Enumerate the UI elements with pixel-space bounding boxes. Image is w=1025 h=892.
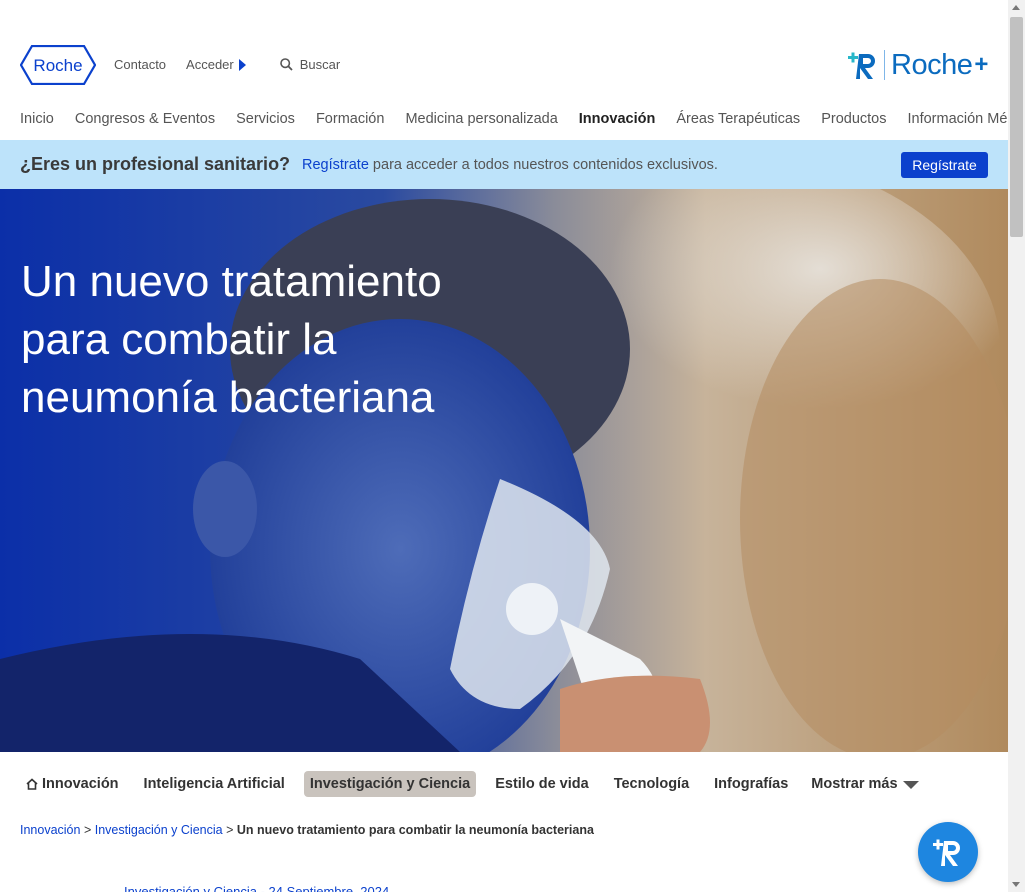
category-tecnologia[interactable]: Tecnología [608, 771, 695, 797]
banner-text-rest: para acceder a todos nuestros contenidos… [368, 157, 718, 173]
breadcrumb: Innovación > Investigación y Ciencia > U… [20, 823, 594, 837]
chevron-down-icon [902, 781, 919, 789]
category-estilo[interactable]: Estilo de vida [489, 771, 594, 797]
show-more-button[interactable]: Mostrar más [811, 776, 919, 792]
contact-link[interactable]: Contacto [114, 57, 166, 72]
category-ia[interactable]: Inteligencia Artificial [138, 771, 291, 797]
login-label: Acceder [186, 57, 234, 72]
search-label: Buscar [299, 57, 341, 72]
banner-register-link[interactable]: Regístrate [302, 157, 369, 173]
login-link[interactable]: Acceder [186, 57, 246, 72]
nav-item-innovacion[interactable]: Innovación [579, 111, 656, 127]
nav-item-productos[interactable]: Productos [821, 111, 886, 127]
article-meta: Investigación y Ciencia - 24 Septiembre,… [124, 884, 389, 892]
category-bar: Innovación Inteligencia Artificial Inves… [20, 771, 919, 797]
hero-title: Un nuevo tratamiento para combatir la ne… [21, 257, 442, 422]
banner-question: ¿Eres un profesional sanitario? [20, 154, 291, 174]
category-label: Innovación [42, 776, 119, 792]
brand-word: Roche [891, 48, 973, 81]
site-header: Roche Contacto Acceder Buscar Roche + In… [0, 0, 1025, 140]
breadcrumb-separator: > [83, 823, 92, 837]
show-more-label: Mostrar más [811, 776, 898, 792]
page-scrollbar[interactable] [1008, 0, 1025, 892]
breadcrumb-separator: > [226, 823, 234, 837]
roche-logo[interactable]: Roche [20, 45, 96, 85]
category-innovacion[interactable]: Innovación [20, 771, 125, 797]
brand-divider [884, 50, 885, 80]
registration-banner: ¿Eres un profesional sanitario? Regístra… [0, 140, 1008, 189]
scroll-down-icon[interactable] [1012, 882, 1020, 887]
roche-plus-icon [848, 52, 875, 79]
svg-text:Roche: Roche [33, 56, 82, 75]
top-links: Contacto Acceder Buscar [114, 57, 340, 72]
register-button[interactable]: Regístrate [901, 152, 988, 178]
nav-item-areas[interactable]: Áreas Terapéuticas [676, 111, 800, 127]
nav-item-congresos[interactable]: Congresos & Eventos [75, 111, 215, 127]
nav-item-servicios[interactable]: Servicios [236, 111, 295, 127]
article-meta-text[interactable]: Investigación y Ciencia - 24 Septiembre,… [124, 884, 389, 892]
roche-plus-icon [933, 839, 960, 866]
breadcrumb-investigacion[interactable]: Investigación y Ciencia [95, 823, 223, 837]
nav-item-medicina[interactable]: Medicina personalizada [405, 111, 557, 127]
roche-plus-logo[interactable]: Roche + [846, 48, 988, 82]
scroll-up-icon[interactable] [1012, 5, 1020, 10]
search-icon [279, 58, 293, 71]
hero-image: Un nuevo tratamiento para combatir la ne… [0, 189, 1008, 752]
category-investigacion[interactable]: Investigación y Ciencia [303, 771, 477, 797]
brand-plus: + [974, 51, 989, 78]
scrollbar-thumb[interactable] [1010, 17, 1023, 237]
roche-plus-chat-button[interactable] [918, 822, 978, 882]
search-button[interactable]: Buscar [279, 57, 341, 72]
nav-item-formacion[interactable]: Formación [316, 111, 385, 127]
main-nav: Inicio Congresos & Eventos Servicios For… [20, 111, 1025, 127]
home-icon [26, 778, 38, 790]
breadcrumb-current: Un nuevo tratamiento para combatir la ne… [236, 823, 594, 837]
banner-text: Regístrate para acceder a todos nuestros… [302, 157, 718, 173]
breadcrumb-innovacion[interactable]: Innovación [20, 823, 80, 837]
nav-item-inicio[interactable]: Inicio [20, 111, 54, 127]
caret-right-icon [238, 58, 246, 71]
category-infografias[interactable]: Infografías [708, 771, 794, 797]
